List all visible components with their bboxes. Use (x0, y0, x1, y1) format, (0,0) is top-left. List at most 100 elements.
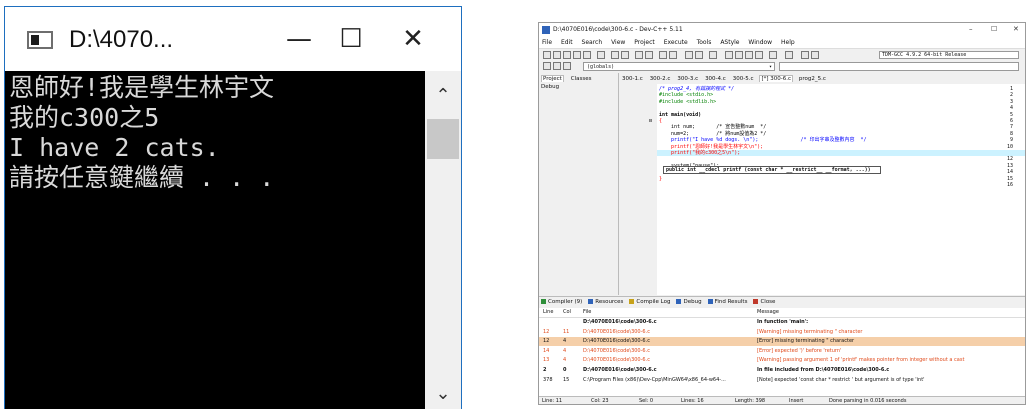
menu-edit[interactable]: Edit (561, 37, 573, 48)
rebuild-icon[interactable] (755, 51, 763, 59)
new-file-icon[interactable] (543, 51, 551, 59)
undo-icon[interactable] (611, 51, 619, 59)
compile-icon[interactable] (725, 51, 733, 59)
code-line[interactable]: printf("I have %d dogs. \n"); /* 印出字串及整數… (657, 137, 1025, 143)
ide-close-button[interactable]: ✕ (1013, 25, 1019, 33)
toggle-comment-icon[interactable] (709, 51, 717, 59)
file-tab[interactable]: 300-2.c (649, 76, 672, 82)
scrollbar-thumb[interactable] (427, 119, 459, 159)
code-line[interactable]: /* prog2_4, 有錯誤的程式 */ (657, 86, 1025, 92)
message-col: 0 (563, 367, 567, 373)
save-icon[interactable] (563, 51, 571, 59)
compile-run-icon[interactable] (745, 51, 753, 59)
open-file-icon[interactable] (553, 51, 561, 59)
menu-file[interactable]: File (542, 37, 552, 48)
stop-icon[interactable] (785, 51, 793, 59)
goto-bookmark-icon[interactable] (563, 62, 571, 70)
message-col: 15 (563, 376, 570, 383)
column-header-col[interactable]: Col (563, 308, 571, 317)
console-titlebar[interactable]: D:\4070... — ☐ ✕ (5, 7, 461, 71)
replace-icon[interactable] (645, 51, 653, 59)
code-line[interactable]: int num; /* 宣告整數num */ (657, 124, 1025, 130)
unindent-icon[interactable] (695, 51, 703, 59)
message-row[interactable]: D:\4070E016\code\300-6.c In function 'mai… (539, 318, 1025, 327)
message-row[interactable]: 2 0 D:\4070E016\code\300-6.c In file includ… (539, 366, 1025, 375)
code-line[interactable]: #include <stdlib.h> (657, 99, 1025, 105)
code-line[interactable]: printf("恩師好!我是學生林宇文\n"); (657, 144, 1025, 150)
scroll-down-icon[interactable]: ⌄ (425, 383, 461, 404)
file-tab[interactable]: 300-5.c (732, 76, 755, 82)
print-icon[interactable] (597, 51, 605, 59)
menu-view[interactable]: View (611, 37, 625, 48)
syntax-check-icon[interactable] (769, 51, 777, 59)
save-all-icon[interactable] (573, 51, 581, 59)
menu-astyle[interactable]: AStyle (720, 37, 739, 48)
tab-classes[interactable]: Classes (571, 76, 592, 82)
ide-maximize-button[interactable]: ☐ (991, 25, 997, 33)
column-header-message[interactable]: Message (757, 308, 779, 317)
toggle-bookmark-icon[interactable] (553, 62, 561, 70)
column-header-line[interactable]: Line (543, 308, 553, 317)
code-line[interactable] (657, 105, 1025, 111)
message-row[interactable]: 378 15 C:\Program Files (x86)\Dev-Cpp\MinG… (539, 376, 1025, 385)
maximize-button[interactable]: ☐ (331, 21, 371, 57)
menu-search[interactable]: Search (582, 37, 603, 48)
file-tab[interactable]: 300-1.c (621, 76, 644, 82)
message-row[interactable]: 14 4 D:\4070E016\code\300-6.c [Error] expec… (539, 347, 1025, 356)
code-line[interactable]: printf("我的c300之5\n"); (657, 150, 1025, 156)
bottom-tab[interactable]: Compiler (9) (541, 297, 582, 308)
ide-minimize-button[interactable]: – (969, 25, 973, 33)
ide-title: D:\4070E016\code\300-6.c - Dev-C++ 5.11 (553, 26, 683, 33)
message-file: D:\4070E016\code\300-6.c (583, 357, 650, 364)
debug-icon[interactable] (811, 51, 819, 59)
minimize-button[interactable]: — (279, 21, 319, 57)
close-file-icon[interactable] (583, 51, 591, 59)
insert-icon[interactable] (543, 62, 551, 70)
message-row[interactable]: 13 4 D:\4070E016\code\300-6.c [Warning] pas… (539, 356, 1025, 365)
compiler-select[interactable]: TDM-GCC 4.9.2 64-bit Release (879, 51, 1019, 59)
message-row[interactable]: 12 4 D:\4070E016\code\300-6.c [Error] missi… (539, 337, 1025, 347)
find-icon[interactable] (635, 51, 643, 59)
file-tab[interactable]: 300-3.c (676, 76, 699, 82)
indent-icon[interactable] (685, 51, 693, 59)
redo-icon[interactable] (621, 51, 629, 59)
console-output[interactable]: 恩師好!我是學生林宇文 我的c300之5 I have 2 cats. 請按任意… (5, 71, 425, 409)
tab-project[interactable]: Project (541, 75, 564, 82)
members-select[interactable] (779, 62, 1019, 71)
file-tab[interactable]: prog2_5.c (798, 76, 827, 82)
code-line[interactable]: num=2; /* 將num設值為2 */ (657, 131, 1025, 137)
console-scrollbar[interactable]: ⌃ ⌄ (425, 71, 461, 409)
code-editor[interactable]: 1/* prog2_4, 有錯誤的程式 */2 #include <stdio.h… (621, 84, 1025, 295)
message-row[interactable]: 12 11 D:\4070E016\code\300-6.c [Warning] mi… (539, 328, 1025, 337)
bottom-tab[interactable]: Compile Log (629, 297, 670, 308)
menu-tools[interactable]: Tools (697, 37, 712, 48)
column-header-file[interactable]: File (583, 308, 755, 317)
bottom-tab[interactable]: Debug (676, 297, 702, 308)
close-button[interactable]: ✕ (393, 21, 433, 57)
bottom-tab[interactable]: Find Results (707, 297, 747, 308)
message-file: D:\4070E016\code\300-6.c (583, 319, 657, 325)
bottom-tab[interactable]: Resources (588, 297, 623, 308)
file-tab-active[interactable]: [*] 300-6.c (759, 75, 793, 82)
scroll-up-icon[interactable]: ⌃ (425, 85, 461, 106)
profile-icon[interactable] (801, 51, 809, 59)
globals-select[interactable]: (globals) ▾ (583, 62, 775, 71)
message-row[interactable] (539, 385, 1025, 394)
menu-execute[interactable]: Execute (664, 37, 688, 48)
bottom-tab[interactable]: Close (753, 297, 775, 308)
code-line[interactable] (657, 182, 1025, 188)
file-tab[interactable]: 300-4.c (704, 76, 727, 82)
run-icon[interactable] (735, 51, 743, 59)
code-line[interactable]: #include <stdio.h> (657, 92, 1025, 98)
menu-window[interactable]: Window (748, 37, 772, 48)
fold-toggle-icon[interactable]: ⊟ (649, 118, 652, 124)
ide-titlebar[interactable]: D:\4070E016\code\300-6.c - Dev-C++ 5.11 … (539, 23, 1025, 37)
goto-icon[interactable] (659, 51, 667, 59)
menu-help[interactable]: Help (781, 37, 795, 48)
code-line[interactable] (657, 156, 1025, 162)
bookmark-icon[interactable] (669, 51, 677, 59)
code-line[interactable]: } (657, 176, 1025, 182)
code-line[interactable]: int main(void) (657, 112, 1025, 118)
menu-project[interactable]: Project (634, 37, 655, 48)
tab-debug[interactable]: Debug (541, 84, 559, 90)
